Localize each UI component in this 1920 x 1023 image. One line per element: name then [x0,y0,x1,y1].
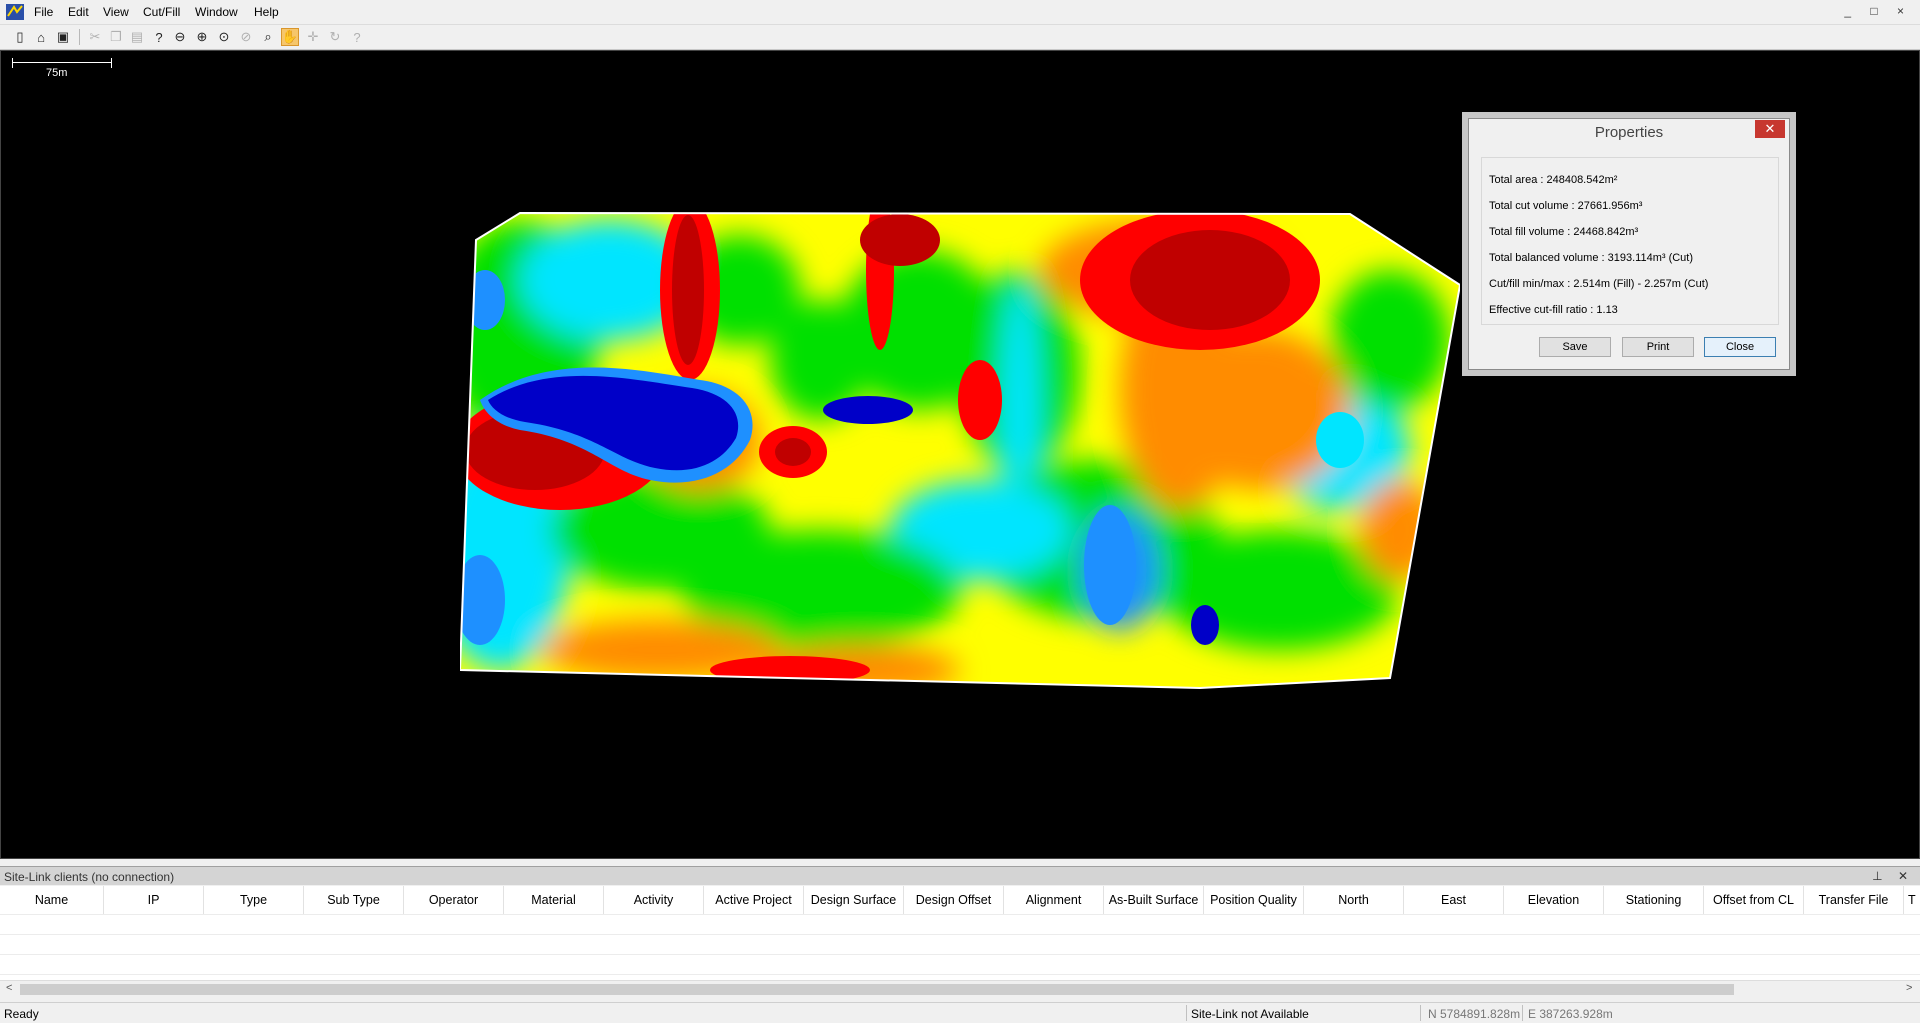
copy-icon[interactable]: ❐ [107,28,125,46]
fill-zone-high [823,396,913,424]
column-header[interactable]: Type [204,886,304,914]
menu-help[interactable]: Help [254,5,279,19]
column-header[interactable]: Offset from CL [1704,886,1804,914]
sitelink-clients-table: Name IP Type Sub Type Operator Material … [0,886,1920,980]
cut-zone-high [1130,230,1290,330]
effective-cut-fill-ratio: Effective cut-fill ratio : 1.13 [1489,304,1618,316]
status-north-coordinate: N 5784891.828m [1428,1007,1521,1021]
column-header[interactable]: Design Surface [804,886,904,914]
help-icon[interactable]: ? [150,28,168,46]
rotate-icon[interactable]: ↻ [326,28,344,46]
paste-icon[interactable]: ▤ [128,28,146,46]
about-icon[interactable]: ? [348,28,366,46]
total-balanced-volume: Total balanced volume : 3193.114m³ (Cut) [1489,252,1694,264]
column-header[interactable]: Elevation [1504,886,1604,914]
horizontal-scrollbar[interactable]: < > [0,980,1920,998]
properties-panel: Total area : 248408.542m² Total cut volu… [1481,157,1779,325]
status-separator [1186,1005,1187,1021]
zoom-window-icon[interactable]: ⌕ [259,28,277,46]
status-sitelink: Site-Link not Available [1191,1007,1309,1021]
menu-view[interactable]: View [103,5,129,19]
fill-zone [465,270,505,330]
status-separator [1522,1005,1523,1021]
scroll-left-icon[interactable]: < [6,982,12,994]
new-file-icon[interactable]: ▯ [11,28,29,46]
cut-zone-high [672,215,704,365]
cut-zone-high [860,214,940,266]
menu-window[interactable]: Window [195,5,238,19]
column-header[interactable]: IP [104,886,204,914]
close-icon[interactable]: ✕ [1755,120,1785,138]
toolbar-separator [79,29,80,45]
scroll-right-icon[interactable]: > [1906,982,1912,994]
close-button[interactable]: Close [1704,337,1776,357]
total-area: Total area : 248408.542m² [1489,174,1618,186]
cut-fill-min-max: Cut/fill min/max : 2.514m (Fill) - 2.257… [1489,278,1709,290]
column-header[interactable]: Activity [604,886,704,914]
crosshair-icon[interactable]: ✛ [304,28,322,46]
column-header[interactable]: Active Project [704,886,804,914]
scrollbar-thumb[interactable] [20,984,1734,995]
zoom-out-icon[interactable]: ⊖ [171,28,189,46]
save-icon[interactable]: ▣ [54,28,72,46]
zoom-previous-icon[interactable]: ⊘ [237,28,255,46]
status-separator [1420,1005,1421,1021]
column-header[interactable]: Operator [404,886,504,914]
column-header[interactable]: Stationing [1604,886,1704,914]
dialog-title: Properties [1594,124,1664,141]
column-header[interactable]: Transfer File [1804,886,1904,914]
table-row [0,914,1920,915]
status-ready: Ready [4,1007,39,1021]
menu-cut-fill[interactable]: Cut/Fill [143,5,180,19]
zoom-extents-icon[interactable]: ⊙ [215,28,233,46]
column-header[interactable]: Material [504,886,604,914]
properties-dialog: Properties ✕ Total area : 248408.542m² T… [1468,118,1790,370]
fill-zone-high [1191,605,1219,645]
menu-edit[interactable]: Edit [68,5,89,19]
fill-zone [1084,505,1136,625]
column-header[interactable]: As-Built Surface [1104,886,1204,914]
menu-file[interactable]: File [34,5,53,19]
cut-zone [958,360,1002,440]
column-header[interactable]: Position Quality [1204,886,1304,914]
zoom-in-icon[interactable]: ⊕ [193,28,211,46]
menu-bar: File Edit View Cut/Fill Window Help _ □ … [0,0,1920,25]
status-east-coordinate: E 387263.928m [1528,1007,1613,1021]
column-header[interactable]: Alignment [1004,886,1104,914]
table-row [0,934,1920,935]
table-row [0,974,1920,975]
print-button[interactable]: Print [1622,337,1694,357]
total-fill-volume: Total fill volume : 24468.842m³ [1489,226,1639,238]
panel-pin-close-icon[interactable]: ⊥ ✕ [1872,869,1914,883]
cut-icon[interactable]: ✂ [86,28,104,46]
column-header[interactable]: T [1904,886,1920,914]
total-cut-volume: Total cut volume : 27661.956m³ [1489,200,1643,212]
table-row [0,954,1920,955]
sitelink-panel-header: Site-Link clients (no connection) ⊥ ✕ [0,866,1920,885]
pan-hand-icon[interactable]: ✋ [281,28,299,46]
column-header[interactable]: East [1404,886,1504,914]
fill-zone [1316,412,1364,468]
column-header[interactable]: Design Offset [904,886,1004,914]
window-controls[interactable]: _ □ × [1844,4,1912,18]
save-button[interactable]: Save [1539,337,1611,357]
column-header[interactable]: Sub Type [304,886,404,914]
panel-title: Site-Link clients (no connection) [4,870,175,884]
cut-fill-heatmap [460,211,1460,690]
app-logo-icon [6,4,24,20]
column-header[interactable]: North [1304,886,1404,914]
cut-zone-high [775,438,811,466]
open-folder-icon[interactable]: ⌂ [32,28,50,46]
scale-label: 75m [46,67,68,79]
toolbar: ▯ ⌂ ▣ ✂ ❐ ▤ ? ⊖ ⊕ ⊙ ⊘ ⌕ ✋ ✛ ↻ ? [0,25,1920,50]
column-header[interactable]: Name [0,886,104,914]
status-bar: Ready Site-Link not Available N 5784891.… [0,1002,1920,1023]
